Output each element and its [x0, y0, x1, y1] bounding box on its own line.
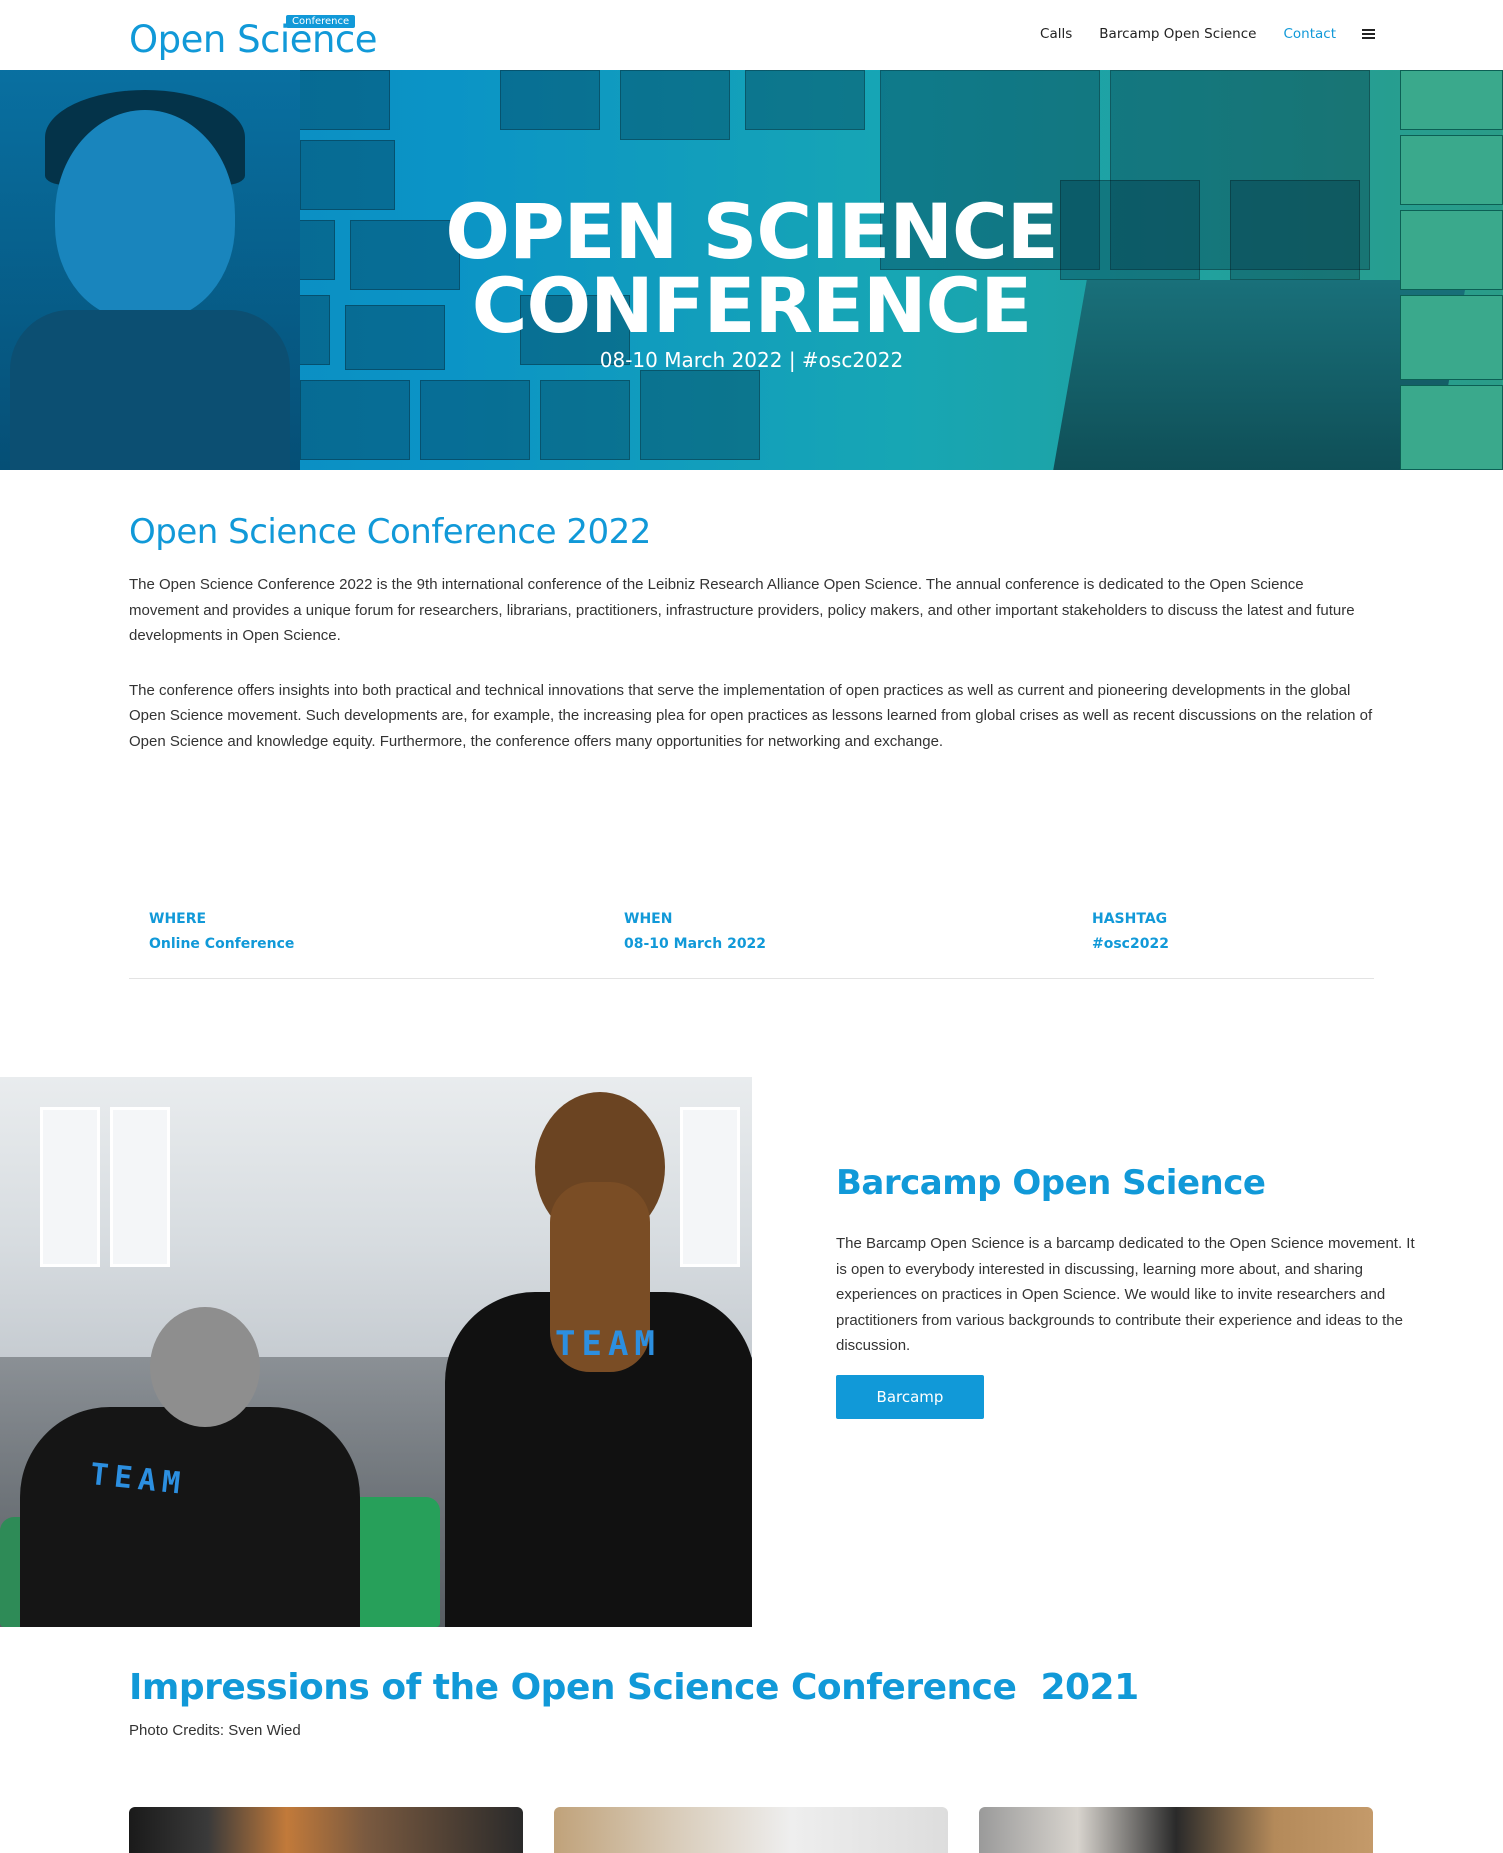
site-header: Open Science Conference Calls Barcamp Op…	[0, 0, 1503, 70]
site-logo[interactable]: Open Science Conference	[129, 14, 379, 61]
hero-title: OPEN SCIENCE CONFERENCE	[0, 187, 1503, 350]
team-shirt-text-2: TEAM	[555, 1324, 661, 1364]
info-when-value: 08-10 March 2022	[624, 936, 767, 952]
nav-item-barcamp[interactable]: Barcamp Open Science	[1099, 26, 1256, 42]
main-nav: Calls Barcamp Open Science Contact	[1013, 26, 1375, 42]
barcamp-button[interactable]: Barcamp	[836, 1374, 984, 1419]
impressions-heading: Impressions of the Open Science Conferen…	[129, 1667, 1139, 1708]
barcamp-heading: Barcamp Open Science	[836, 1163, 1266, 1203]
info-hashtag-value: #osc2022	[1092, 936, 1169, 952]
intro-section: Open Science Conference 2022 The Open Sc…	[129, 512, 1374, 783]
info-where-label: WHERE	[149, 911, 207, 927]
impressions-gallery	[129, 1807, 1374, 1853]
logo-badge: Conference	[286, 15, 356, 28]
barcamp-section: Barcamp Open Science The Barcamp Open Sc…	[836, 1163, 1421, 1419]
barcamp-description: The Barcamp Open Science is a barcamp de…	[836, 1235, 1415, 1354]
gallery-image-3[interactable]	[979, 1807, 1373, 1853]
intro-paragraph-1: The Open Science Conference 2022 is the …	[129, 576, 1355, 644]
intro-heading: Open Science Conference 2022	[129, 512, 651, 552]
hero-title-line2: CONFERENCE	[471, 261, 1033, 350]
hamburger-menu-icon[interactable]	[1362, 29, 1375, 39]
nav-item-calls[interactable]: Calls	[1040, 26, 1072, 42]
intro-paragraph-2: The conference offers insights into both…	[129, 681, 1373, 750]
impressions-section: Impressions of the Open Science Conferen…	[129, 1667, 1374, 1739]
hero-title-line1: OPEN SCIENCE	[445, 187, 1058, 276]
info-when-label: WHEN	[624, 911, 673, 927]
info-where-value: Online Conference	[149, 936, 295, 952]
info-hashtag: HASHTAG #osc2022	[1092, 907, 1169, 957]
barcamp-photo: TEAM TEAM	[0, 1077, 752, 1627]
gallery-image-2[interactable]	[554, 1807, 948, 1853]
hero-banner: OPEN SCIENCE CONFERENCE 08-10 March 2022…	[0, 70, 1503, 470]
photo-credits: Photo Credits: Sven Wied	[129, 1722, 301, 1739]
info-where: WHERE Online Conference	[149, 907, 294, 957]
gallery-image-1[interactable]	[129, 1807, 523, 1853]
info-when: WHEN 08-10 March 2022	[624, 907, 766, 957]
event-info-row: WHERE Online Conference WHEN 08-10 March…	[129, 907, 1374, 979]
hero-subtitle: 08-10 March 2022 | #osc2022	[599, 348, 904, 372]
info-hashtag-label: HASHTAG	[1092, 911, 1168, 927]
nav-item-contact[interactable]: Contact	[1283, 26, 1336, 42]
